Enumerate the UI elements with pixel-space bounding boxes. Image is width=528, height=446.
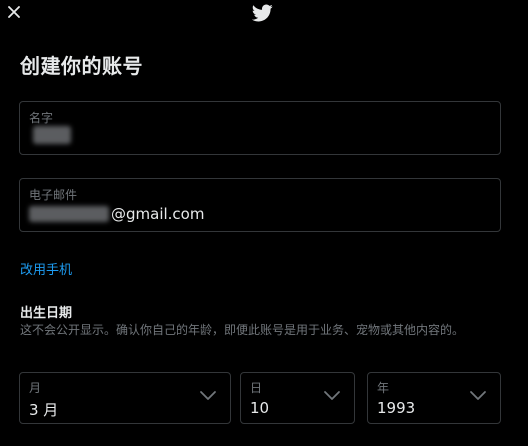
name-field-value[interactable] xyxy=(29,126,71,148)
redacted-name xyxy=(33,126,71,144)
dob-description: 这不会公开显示。确认你自己的年龄，即便此账号是用于业务、宠物或其他内容的。 xyxy=(20,323,465,337)
redacted-email-user xyxy=(29,206,109,222)
month-label: 月 xyxy=(29,381,42,395)
month-value: 3 月 xyxy=(29,401,59,419)
email-field-label: 电子邮件 xyxy=(29,188,78,202)
name-field[interactable]: 名字 xyxy=(19,101,501,155)
dob-title: 出生日期 xyxy=(20,306,73,321)
chevron-down-icon xyxy=(324,391,340,400)
page-title: 创建你的账号 xyxy=(20,54,143,78)
day-select[interactable]: 日 10 xyxy=(240,372,355,424)
email-field-value[interactable]: @gmail.com xyxy=(29,205,204,223)
close-button[interactable] xyxy=(4,2,24,22)
month-select[interactable]: 月 3 月 xyxy=(19,372,231,424)
day-label: 日 xyxy=(250,381,263,395)
twitter-bird-icon xyxy=(251,4,273,22)
chevron-down-icon xyxy=(200,391,216,400)
year-value: 1993 xyxy=(377,399,416,417)
use-phone-link[interactable]: 改用手机 xyxy=(20,259,72,278)
chevron-down-icon xyxy=(470,391,486,400)
year-select[interactable]: 年 1993 xyxy=(367,372,501,424)
email-domain: @gmail.com xyxy=(111,205,205,223)
year-label: 年 xyxy=(377,381,390,395)
name-field-label: 名字 xyxy=(29,111,54,125)
day-value: 10 xyxy=(250,399,270,417)
email-field[interactable]: 电子邮件 @gmail.com xyxy=(19,178,501,232)
close-icon xyxy=(8,6,20,18)
